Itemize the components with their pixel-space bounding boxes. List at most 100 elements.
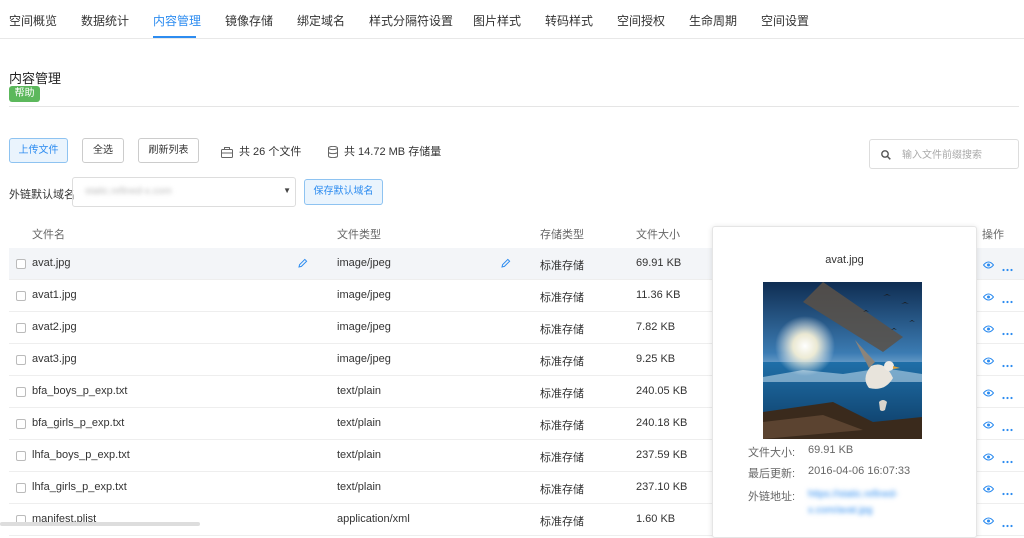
file-type: image/jpeg — [337, 257, 391, 269]
file-name: bfa_boys_p_exp.txt — [32, 385, 128, 397]
eye-icon[interactable] — [982, 290, 995, 304]
file-type: application/xml — [337, 513, 410, 525]
file-size: 11.36 KB — [636, 289, 681, 301]
file-size: 240.05 KB — [636, 385, 688, 397]
tab-domain[interactable]: 绑定域名 — [297, 12, 345, 29]
file-size: 237.10 KB — [636, 481, 688, 493]
file-size: 7.82 KB — [636, 321, 676, 333]
file-name: avat1.jpg — [32, 289, 77, 301]
select-all-button[interactable]: 全选 — [82, 138, 124, 163]
row-checkbox[interactable] — [16, 483, 26, 493]
horizontal-scrollbar[interactable] — [0, 522, 200, 526]
more-icon[interactable] — [1002, 453, 1013, 467]
more-icon[interactable] — [1002, 325, 1013, 339]
row-checkbox[interactable] — [16, 259, 26, 269]
nav-tabs: 空间概览 数据统计 内容管理 镜像存储 绑定域名 样式分隔符设置 图片样式 转码… — [0, 0, 1024, 39]
preview-size-label: 文件大小: — [748, 447, 796, 459]
file-size: 1.60 KB — [636, 513, 676, 525]
upload-button[interactable]: 上传文件 — [9, 138, 68, 163]
file-name: bfa_girls_p_exp.txt — [32, 417, 125, 429]
divider — [9, 106, 1019, 107]
storage-type: 标准存储 — [540, 388, 584, 400]
database-icon — [328, 145, 338, 159]
preview-updated-label: 最后更新: — [748, 468, 796, 480]
more-icon[interactable] — [1002, 421, 1013, 435]
row-checkbox[interactable] — [16, 451, 26, 461]
more-icon[interactable] — [1002, 357, 1013, 371]
tab-statistics[interactable]: 数据统计 — [81, 12, 129, 29]
file-name: lhfa_girls_p_exp.txt — [32, 481, 127, 493]
file-name: lhfa_boys_p_exp.txt — [32, 449, 130, 461]
eye-icon[interactable] — [982, 418, 995, 432]
briefcase-icon — [221, 146, 233, 158]
more-icon[interactable] — [1002, 389, 1013, 403]
storage-type: 标准存储 — [540, 484, 584, 496]
column-header-size[interactable]: 文件大小 — [636, 226, 680, 242]
row-checkbox[interactable] — [16, 387, 26, 397]
tab-lifecycle[interactable]: 生命周期 — [689, 12, 737, 29]
storage-type: 标准存储 — [540, 516, 584, 528]
row-checkbox[interactable] — [16, 419, 26, 429]
column-header-type[interactable]: 文件类型 — [337, 226, 381, 242]
search-icon — [881, 150, 891, 160]
eye-icon[interactable] — [982, 322, 995, 336]
page-title: 内容管理 — [9, 71, 62, 86]
preview-size-value: 69.91 KB — [808, 444, 854, 456]
storage-type: 标准存储 — [540, 452, 584, 464]
row-checkbox[interactable] — [16, 291, 26, 301]
file-type: text/plain — [337, 385, 382, 397]
storage-total: 共 14.72 MB 存储量 — [328, 143, 441, 159]
domain-select-value: static.refined-x.com — [85, 186, 172, 197]
file-type: text/plain — [337, 481, 382, 493]
help-badge[interactable]: 帮助 — [9, 86, 40, 102]
tab-mirror[interactable]: 镜像存储 — [225, 12, 273, 29]
storage-type: 标准存储 — [540, 420, 584, 432]
eye-icon[interactable] — [982, 514, 995, 528]
tab-settings[interactable]: 空间设置 — [761, 12, 809, 29]
domain-select[interactable]: static.refined-x.com ▼ — [72, 177, 296, 207]
tab-overview[interactable]: 空间概览 — [9, 12, 57, 29]
file-size: 69.91 KB — [636, 257, 682, 269]
storage-type: 标准存储 — [540, 324, 584, 336]
row-checkbox[interactable] — [16, 323, 26, 333]
file-preview-popover: avat.jpg 文件大小: 69.91 KB 最后更新: 2016-04-06… — [712, 226, 977, 538]
eye-icon[interactable] — [982, 258, 995, 272]
row-checkbox[interactable] — [16, 355, 26, 365]
file-size: 240.18 KB — [636, 417, 688, 429]
column-header-actions: 操作 — [982, 229, 1004, 241]
tab-authorization[interactable]: 空间授权 — [617, 12, 665, 29]
preview-updated-value: 2016-04-06 16:07:33 — [808, 465, 911, 477]
preview-link[interactable]: https://static.refined-x.com/avat.jpg — [808, 487, 958, 519]
pencil-icon[interactable] — [501, 257, 511, 271]
eye-icon[interactable] — [982, 450, 995, 464]
tab-content[interactable]: 内容管理 — [153, 12, 201, 29]
tab-transcode[interactable]: 转码样式 — [545, 12, 593, 29]
preview-title: avat.jpg — [825, 254, 864, 266]
more-icon[interactable] — [1002, 261, 1013, 275]
tab-separator[interactable]: 样式分隔符设置 — [369, 12, 453, 29]
storage-type: 标准存储 — [540, 260, 584, 272]
column-header-storage[interactable]: 存储类型 — [540, 226, 584, 242]
search-box — [869, 139, 1019, 169]
save-domain-button[interactable]: 保存默认域名 — [304, 179, 383, 205]
file-type: image/jpeg — [337, 289, 391, 301]
file-size: 237.59 KB — [636, 449, 688, 461]
pencil-icon[interactable] — [298, 257, 308, 271]
preview-image — [763, 282, 922, 439]
tab-image-style[interactable]: 图片样式 — [473, 12, 521, 29]
eye-icon[interactable] — [982, 386, 995, 400]
file-type: image/jpeg — [337, 353, 391, 365]
eye-icon[interactable] — [982, 354, 995, 368]
more-icon[interactable] — [1002, 293, 1013, 307]
more-icon[interactable] — [1002, 485, 1013, 499]
more-icon[interactable] — [1002, 517, 1013, 531]
storage-type: 标准存储 — [540, 292, 584, 304]
file-name: avat3.jpg — [32, 353, 77, 365]
storage-total-text: 共 14.72 MB 存储量 — [344, 146, 442, 158]
file-size: 9.25 KB — [636, 353, 676, 365]
column-header-name[interactable]: 文件名 — [32, 226, 65, 242]
refresh-button[interactable]: 刷新列表 — [138, 138, 199, 163]
chevron-down-icon: ▼ — [283, 186, 291, 195]
eye-icon[interactable] — [982, 482, 995, 496]
search-input[interactable] — [900, 146, 1016, 164]
